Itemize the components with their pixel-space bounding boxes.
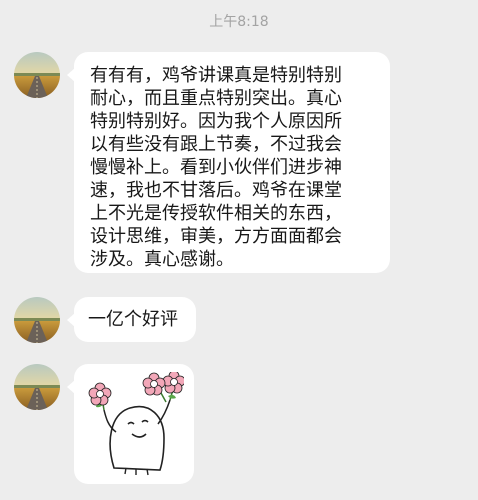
flower-holding-character-sticker — [88, 372, 184, 476]
message-bubble[interactable]: 有有有，鸡爷讲课真是特别特别 耐心，而且重点特别突出。真心 特别特别好。因为我个… — [67, 52, 390, 273]
sticker-bubble[interactable] — [67, 364, 194, 484]
message-text: 有有有，鸡爷讲课真是特别特别 耐心，而且重点特别突出。真心 特别特别好。因为我个… — [90, 65, 342, 270]
message-text: 一亿个好评 — [88, 309, 178, 330]
road-landscape-avatar-icon — [14, 297, 60, 343]
message-timestamp: 上午8:18 — [209, 14, 269, 30]
sender-avatar[interactable] — [14, 364, 60, 410]
road-landscape-avatar-icon — [14, 52, 60, 98]
sender-avatar[interactable] — [14, 52, 60, 98]
message-bubble[interactable]: 一亿个好评 — [67, 297, 196, 342]
road-landscape-avatar-icon — [14, 364, 60, 410]
sender-avatar[interactable] — [14, 297, 60, 343]
